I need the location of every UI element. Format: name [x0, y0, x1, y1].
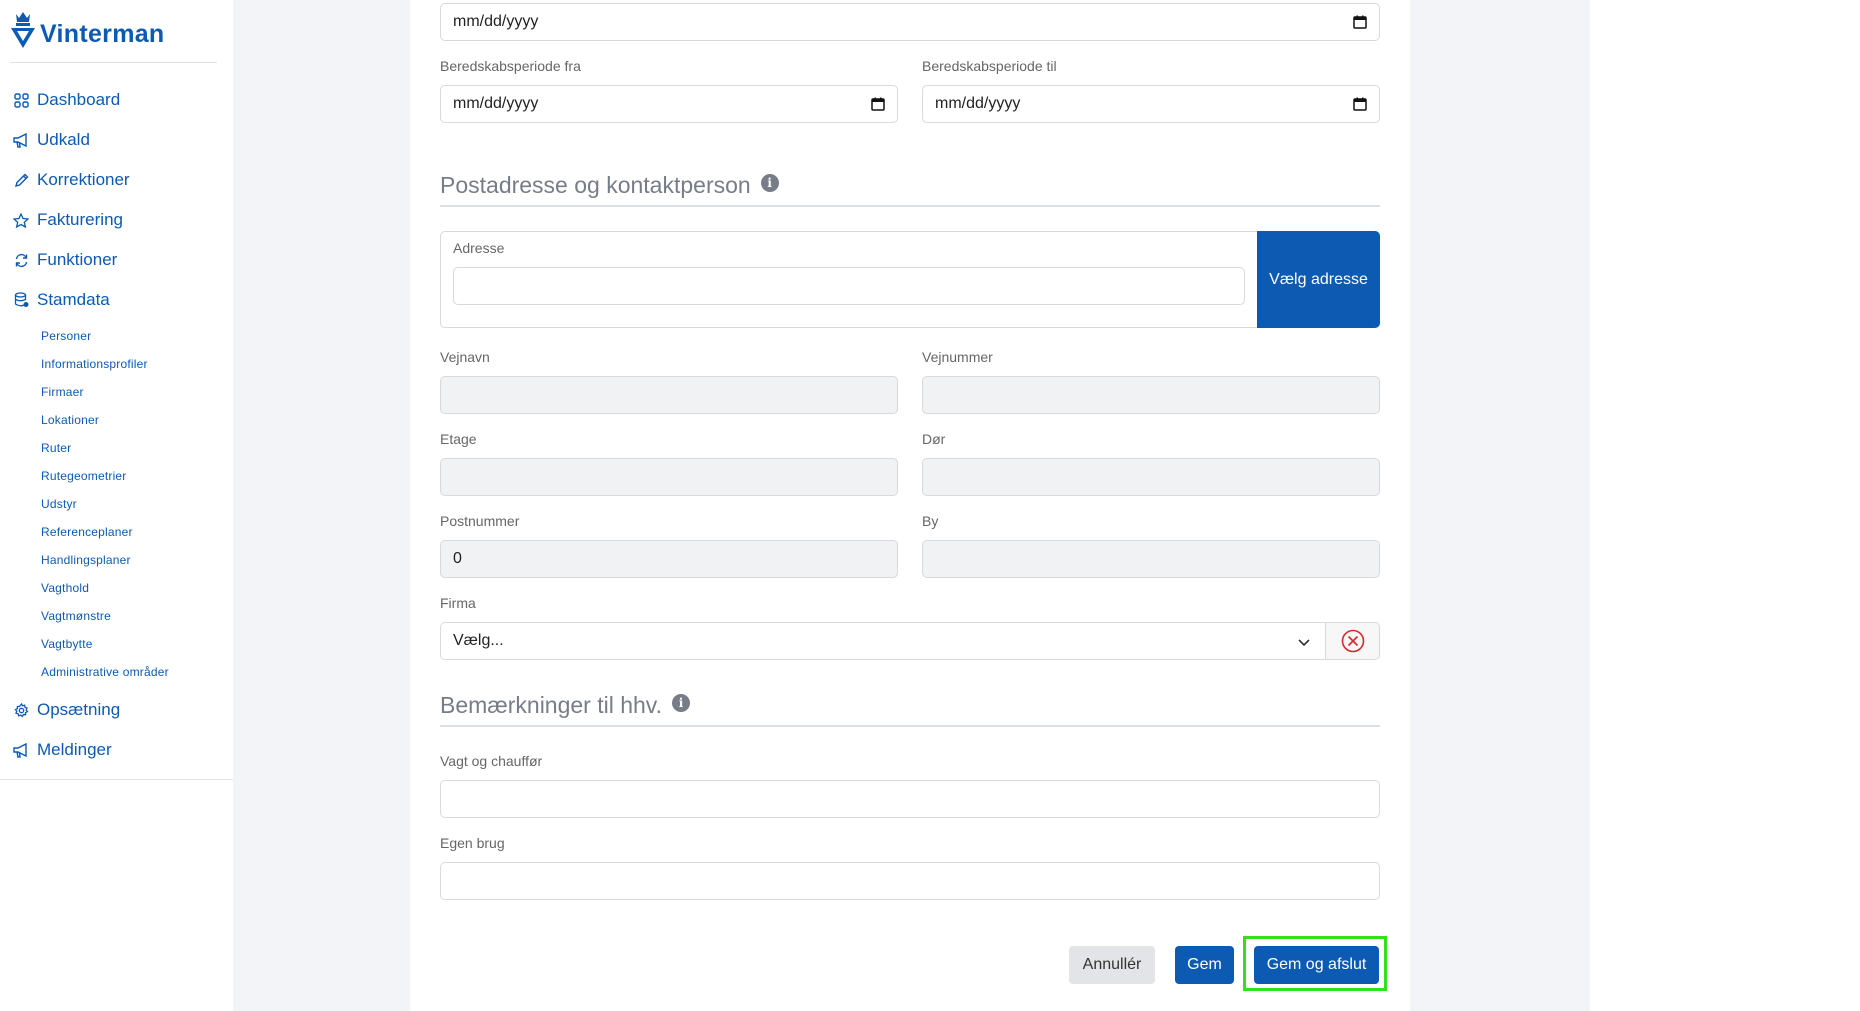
megaphone-icon	[13, 132, 29, 148]
sidebar-subitem-udstyr[interactable]: Udstyr	[0, 490, 233, 518]
by-label: By	[922, 513, 939, 529]
refresh-icon	[13, 252, 29, 268]
vagt-input[interactable]	[440, 780, 1380, 818]
form-panel	[410, 0, 1410, 1011]
firma-select[interactable]: Vælg...	[440, 622, 1326, 660]
date-input-value: mm/dd/yyyy	[453, 13, 539, 30]
sidebar: Vinterman Dashboard Udkald Korrektioner	[0, 0, 233, 1011]
date-input[interactable]: mm/dd/yyyy	[440, 3, 1380, 41]
sidebar-subitem-vagtmonstre[interactable]: Vagtmønstre	[0, 602, 233, 630]
save-and-close-button[interactable]: Gem og afslut	[1254, 946, 1379, 984]
section-title-postadresse: Postadresse og kontaktperson i	[440, 172, 779, 199]
sidebar-subitem-handlingsplaner[interactable]: Handlingsplaner	[0, 546, 233, 574]
sidebar-item-opsaetning[interactable]: Opsætning	[0, 690, 233, 730]
firma-select-value: Vælg...	[453, 632, 504, 649]
sidebar-item-label: Korrektioner	[37, 170, 130, 189]
sidebar-item-label: Meldinger	[37, 740, 112, 759]
crown-shield-icon	[11, 12, 35, 48]
adresse-input[interactable]	[453, 267, 1245, 305]
dor-label: Dør	[922, 431, 946, 447]
cancel-button[interactable]: Annullér	[1069, 946, 1155, 984]
etage-input[interactable]	[440, 458, 898, 496]
info-icon[interactable]: i	[760, 173, 779, 192]
divider	[10, 62, 217, 63]
by-input[interactable]	[922, 540, 1380, 578]
vejnavn-label: Vejnavn	[440, 349, 490, 365]
sidebar-subitem-ruter[interactable]: Ruter	[0, 434, 233, 462]
sidebar-item-label: Dashboard	[37, 90, 121, 109]
sidebar-item-funktioner[interactable]: Funktioner	[0, 240, 233, 280]
star-icon	[13, 212, 29, 228]
calendar-icon[interactable]	[1353, 15, 1367, 29]
beredskab-fra-input[interactable]: mm/dd/yyyy	[440, 85, 898, 123]
sidebar-item-label: Stamdata	[37, 290, 110, 309]
sidebar-subitem-personer[interactable]: Personer	[0, 322, 233, 350]
sidebar-subitem-administrative-omrader[interactable]: Administrative områder	[0, 658, 233, 686]
beredskab-til-label: Beredskabsperiode til	[922, 58, 1057, 74]
pencil-icon	[13, 172, 29, 188]
section-title-text: Postadresse og kontaktperson	[440, 172, 751, 198]
sidebar-item-udkald[interactable]: Udkald	[0, 120, 233, 160]
vejnummer-input[interactable]	[922, 376, 1380, 414]
divider	[0, 779, 233, 780]
adresse-label: Adresse	[453, 240, 505, 256]
sidebar-subitem-vagtbytte[interactable]: Vagtbytte	[0, 630, 233, 658]
postnummer-label: Postnummer	[440, 513, 520, 529]
sidebar-item-korrektioner[interactable]: Korrektioner	[0, 160, 233, 200]
grid-icon	[13, 92, 29, 108]
sidebar-item-label: Udkald	[37, 130, 90, 149]
calendar-icon[interactable]	[871, 97, 885, 111]
sidebar-item-label: Opsætning	[37, 700, 121, 719]
beredskab-fra-value: mm/dd/yyyy	[453, 95, 539, 112]
beredskab-fra-label: Beredskabsperiode fra	[440, 58, 581, 74]
clear-firma-button[interactable]	[1325, 622, 1380, 660]
close-circle-icon	[1341, 629, 1364, 653]
egen-brug-label: Egen brug	[440, 835, 505, 851]
sidebar-item-stamdata[interactable]: Stamdata	[0, 280, 233, 320]
gear-icon	[13, 702, 29, 718]
egen-brug-input[interactable]	[440, 862, 1380, 900]
info-icon[interactable]: i	[672, 693, 690, 712]
sidebar-item-meldinger[interactable]: Meldinger	[0, 730, 233, 770]
choose-address-button[interactable]: Vælg adresse	[1257, 231, 1380, 328]
vagt-label: Vagt og chauffør	[440, 753, 543, 769]
sidebar-subitem-lokationer[interactable]: Lokationer	[0, 406, 233, 434]
logo[interactable]: Vinterman	[10, 8, 165, 48]
dor-input[interactable]	[922, 458, 1380, 496]
sidebar-nav: Dashboard Udkald Korrektioner Fakturerin…	[0, 80, 233, 770]
postnummer-value: 0	[453, 550, 462, 567]
right-panel	[1590, 0, 1860, 1011]
sidebar-item-dashboard[interactable]: Dashboard	[0, 80, 233, 120]
vejnavn-input[interactable]	[440, 376, 898, 414]
brand-name: Vinterman	[40, 20, 165, 48]
firma-label: Firma	[440, 595, 476, 611]
etage-label: Etage	[440, 431, 477, 447]
calendar-icon[interactable]	[1353, 97, 1367, 111]
sidebar-subitem-rutegeometrier[interactable]: Rutegeometrier	[0, 462, 233, 490]
sidebar-subitem-firmaer[interactable]: Firmaer	[0, 378, 233, 406]
save-button[interactable]: Gem	[1175, 946, 1234, 984]
sidebar-item-label: Funktioner	[37, 250, 118, 269]
database-icon	[13, 292, 29, 308]
vejnummer-label: Vejnummer	[922, 349, 993, 365]
sidebar-item-label: Fakturering	[37, 210, 123, 229]
megaphone-icon	[13, 742, 29, 758]
postnummer-input[interactable]: 0	[440, 540, 898, 578]
section-title-text: Bemærkninger til hhv.	[440, 692, 662, 718]
sidebar-subitem-informationsprofiler[interactable]: Informationsprofiler	[0, 350, 233, 378]
section-divider	[440, 725, 1380, 727]
sidebar-item-fakturering[interactable]: Fakturering	[0, 200, 233, 240]
section-divider	[440, 205, 1380, 207]
sidebar-subitem-referenceplaner[interactable]: Referenceplaner	[0, 518, 233, 546]
beredskab-til-input[interactable]: mm/dd/yyyy	[922, 85, 1380, 123]
beredskab-til-value: mm/dd/yyyy	[935, 95, 1021, 112]
stamdata-submenu: Personer Informationsprofiler Firmaer Lo…	[0, 320, 233, 690]
chevron-down-icon	[1298, 639, 1310, 647]
section-title-bemaerkninger: Bemærkninger til hhv. i	[440, 692, 690, 719]
sidebar-subitem-vagthold[interactable]: Vagthold	[0, 574, 233, 602]
